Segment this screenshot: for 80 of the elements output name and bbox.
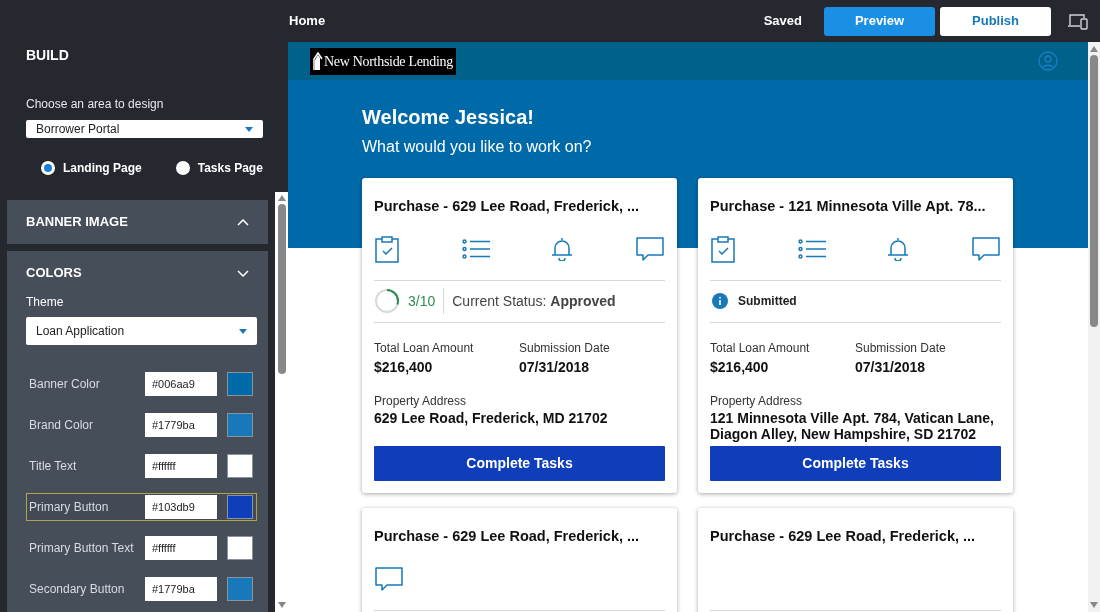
color-label: Banner Color bbox=[28, 376, 101, 393]
color-setting-row[interactable]: Banner Color #006aa9 bbox=[26, 370, 257, 398]
radio-option[interactable]: Landing Page bbox=[41, 159, 142, 177]
complete-tasks-button[interactable]: Complete Tasks bbox=[710, 446, 1001, 481]
field-value: $216,400 bbox=[374, 357, 434, 377]
card-title: Purchase - 629 Lee Road, Frederick, ... bbox=[374, 527, 641, 546]
hex-input-field[interactable]: #1779ba bbox=[145, 577, 217, 601]
color-setting-row[interactable]: Secondary Button #1779ba bbox=[26, 575, 257, 603]
welcome-heading: Welcome Jessica! bbox=[362, 105, 535, 130]
card-title: Purchase - 629 Lee Road, Frederick, ... bbox=[374, 197, 641, 216]
field-label: Total Loan Amount bbox=[374, 339, 475, 357]
color-label: Primary Button Text bbox=[28, 540, 135, 557]
field-label: Theme bbox=[26, 294, 65, 311]
select-field[interactable]: Borrower Portal bbox=[26, 120, 263, 138]
color-swatch[interactable] bbox=[227, 413, 253, 437]
caret-icon bbox=[239, 328, 247, 334]
field-label: Submission Date bbox=[519, 339, 611, 357]
account-icon[interactable] bbox=[1038, 51, 1058, 71]
field-value: 629 Lee Road, Frederick, MD 21702 bbox=[374, 409, 609, 426]
card-title: Purchase - 121 Minnesota Ville Apt. 78... bbox=[710, 197, 987, 216]
field-label: Choose an area to design bbox=[26, 96, 165, 113]
scrollbar[interactable] bbox=[1088, 42, 1100, 612]
save-status: Saved bbox=[763, 12, 802, 31]
field-label: Total Loan Amount bbox=[710, 339, 811, 357]
accordion-header[interactable]: COLORS bbox=[7, 251, 268, 295]
field-label: Property Address bbox=[374, 392, 468, 410]
scrollbar[interactable] bbox=[275, 192, 288, 612]
info-icon bbox=[712, 293, 728, 310]
hex-input-field[interactable]: #ffffff bbox=[145, 454, 217, 478]
page-title: Home bbox=[289, 12, 326, 31]
field-label: Property Address bbox=[710, 392, 804, 410]
color-setting-row[interactable]: Title Text #ffffff bbox=[26, 452, 257, 480]
status-text: Submitted bbox=[738, 293, 797, 311]
caret-icon bbox=[245, 126, 253, 132]
hex-input-field[interactable]: #1779ba bbox=[145, 413, 217, 437]
publish-button[interactable]: Publish bbox=[940, 6, 1051, 36]
card-title: Purchase - 629 Lee Road, Frederick, ... bbox=[710, 527, 977, 546]
color-swatch[interactable] bbox=[227, 454, 253, 478]
field-value: $216,400 bbox=[710, 357, 770, 377]
color-setting-row[interactable]: Primary Button Text #ffffff bbox=[26, 534, 257, 562]
progress-ring bbox=[374, 288, 400, 315]
color-swatch[interactable] bbox=[227, 536, 253, 560]
color-swatch[interactable] bbox=[227, 577, 253, 601]
complete-tasks-button[interactable]: Complete Tasks bbox=[374, 446, 665, 481]
chat-icon[interactable] bbox=[970, 235, 1001, 262]
clipboard-icon[interactable] bbox=[710, 234, 736, 263]
field-value: 07/31/2018 bbox=[519, 357, 591, 377]
color-setting-row[interactable]: Brand Color #1779ba bbox=[26, 411, 257, 439]
devices-icon[interactable] bbox=[1067, 12, 1089, 30]
list-icon[interactable] bbox=[461, 238, 490, 259]
list-icon[interactable] bbox=[797, 238, 826, 259]
bell-icon[interactable] bbox=[887, 236, 910, 261]
hex-input-field[interactable]: #ffffff bbox=[145, 536, 217, 560]
color-label: Title Text bbox=[28, 458, 78, 475]
accordion-header[interactable]: BANNER IMAGE bbox=[7, 200, 268, 244]
hex-input-field[interactable]: #006aa9 bbox=[145, 372, 217, 396]
chat-icon[interactable] bbox=[634, 235, 665, 262]
color-label: Primary Button bbox=[28, 499, 110, 516]
select-field[interactable]: Loan Application bbox=[26, 317, 257, 345]
chevron-icon bbox=[237, 269, 249, 277]
color-setting-row[interactable]: Primary Button #103db9 bbox=[26, 493, 257, 521]
color-label: Secondary Button bbox=[28, 581, 126, 598]
radio-option[interactable]: Tasks Page bbox=[175, 159, 263, 177]
hex-input-field[interactable]: #103db9 bbox=[145, 495, 217, 519]
color-label: Brand Color bbox=[28, 417, 95, 434]
chat-icon[interactable] bbox=[374, 565, 404, 592]
field-value: 07/31/2018 bbox=[855, 357, 927, 377]
field-value: 121 Minnesota Ville Apt. 784, Vatican Lane, Diagon Alley, New Hampshire, SD 21702 bbox=[710, 409, 995, 442]
welcome-subtitle: What would you like to work on? bbox=[362, 137, 593, 157]
house-icon bbox=[313, 52, 323, 70]
field-label: Submission Date bbox=[855, 339, 947, 357]
status-text: Current Status: Approved bbox=[452, 291, 616, 311]
chevron-icon bbox=[237, 218, 249, 226]
progress-count: 3/10 bbox=[408, 288, 445, 315]
logo-text: New Northside Lending bbox=[324, 52, 453, 71]
color-swatch[interactable] bbox=[227, 372, 253, 396]
color-swatch[interactable] bbox=[227, 495, 253, 519]
sidebar-title: BUILD bbox=[26, 46, 70, 65]
bell-icon[interactable] bbox=[551, 236, 574, 261]
clipboard-icon[interactable] bbox=[374, 234, 400, 263]
